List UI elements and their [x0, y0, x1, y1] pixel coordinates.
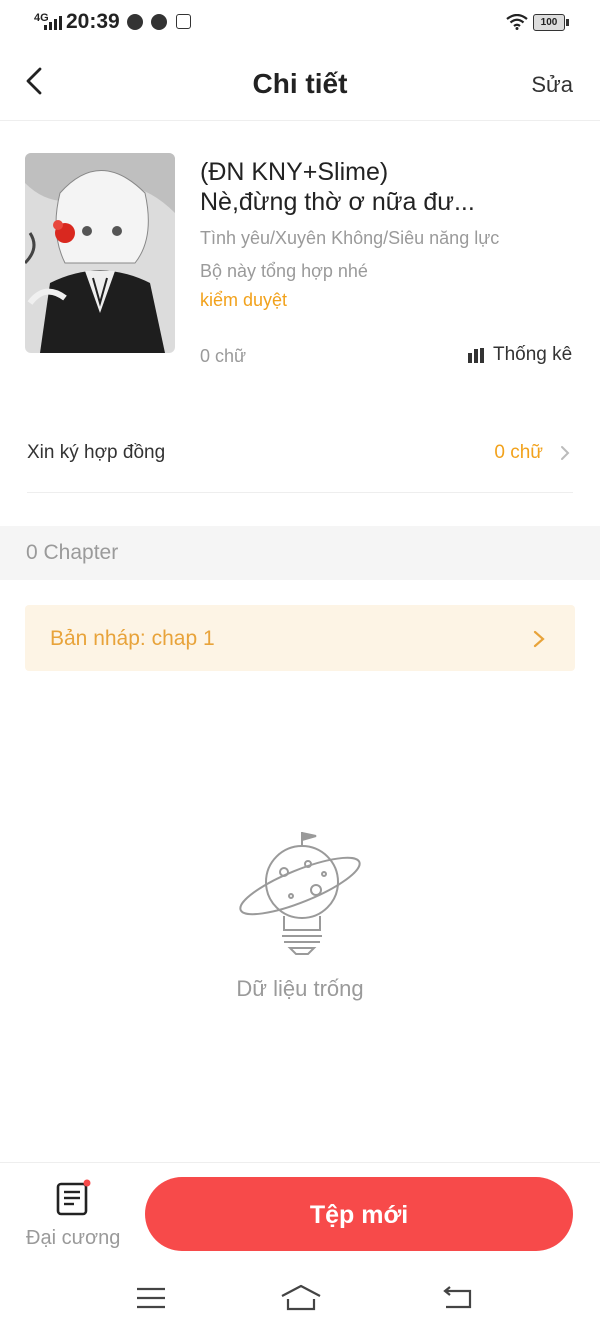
- empty-lightbulb-icon: [239, 832, 361, 955]
- book-title: (ĐN KNY+Slime) Nè,đừng thờ ơ nữa đư...: [200, 157, 580, 217]
- draft-label: Bản nháp: chap 1: [50, 627, 215, 650]
- book-word-count: 0 chữ: [200, 346, 247, 366]
- wifi-icon: [506, 14, 528, 30]
- battery-icon: 100: [533, 14, 569, 31]
- chrome-icon: [151, 14, 167, 30]
- book-cover-image[interactable]: [25, 153, 175, 353]
- stats-button[interactable]: Thống kê: [468, 344, 572, 366]
- chapter-count-bar: 0 Chapter: [0, 526, 600, 580]
- bar-chart-icon: [468, 347, 484, 363]
- bottom-bar: Đại cương Tệp mới: [0, 1162, 600, 1334]
- book-status: kiểm duyệt: [200, 290, 288, 310]
- book-title-line2: Nè,đừng thờ ơ nữa đư...: [200, 188, 475, 216]
- outline-icon[interactable]: [56, 1179, 92, 1217]
- signal-icon: [44, 16, 62, 30]
- book-description: Bộ này tổng hợp nhé: [200, 261, 368, 281]
- chrome-icon: [127, 14, 143, 30]
- contract-label: Xin ký hợp đồng: [27, 442, 166, 463]
- outline-label[interactable]: Đại cương: [26, 1227, 120, 1250]
- book-title-line1: (ĐN KNY+Slime): [200, 158, 389, 186]
- contract-value: 0 chữ: [494, 442, 543, 463]
- draft-row[interactable]: Bản nháp: chap 1: [25, 605, 575, 671]
- home-icon[interactable]: [280, 1283, 322, 1313]
- chevron-right-icon: [533, 630, 545, 648]
- zalo-icon: [176, 14, 191, 29]
- new-file-button[interactable]: Tệp mới: [145, 1177, 573, 1251]
- chapter-count-label: 0 Chapter: [26, 541, 119, 564]
- status-bar: 4G 20:39 100: [0, 0, 600, 46]
- app-header: Chi tiết Sửa: [0, 46, 600, 121]
- empty-state-text: Dữ liệu trống: [236, 976, 364, 1001]
- chevron-right-icon: [561, 446, 570, 460]
- contract-row[interactable]: Xin ký hợp đồng 0 chữ: [27, 430, 573, 493]
- edit-button[interactable]: Sửa: [531, 72, 573, 98]
- stats-label: Thống kê: [493, 344, 573, 365]
- status-time: 20:39: [66, 10, 120, 33]
- book-genres: Tình yêu/Xuyên Không/Siêu năng lực: [200, 228, 500, 248]
- page-title: Chi tiết: [252, 68, 348, 99]
- menu-icon[interactable]: [134, 1283, 168, 1313]
- back-nav-icon[interactable]: [440, 1283, 474, 1313]
